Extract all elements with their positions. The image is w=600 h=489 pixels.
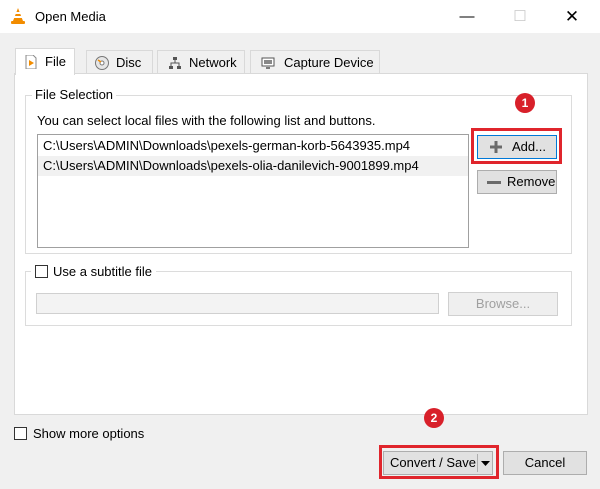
subtitle-path-input[interactable] bbox=[36, 293, 439, 314]
subtitle-checkbox[interactable] bbox=[35, 265, 48, 278]
close-button[interactable]: ✕ bbox=[549, 0, 595, 33]
tab-disc-label: Disc bbox=[116, 55, 142, 70]
window-title: Open Media bbox=[35, 9, 106, 24]
tab-capture-device-label: Capture Device bbox=[284, 55, 374, 70]
remove-button-label: Remove bbox=[507, 174, 556, 189]
show-more-options-checkbox[interactable] bbox=[14, 427, 27, 440]
highlight-add-button bbox=[471, 128, 562, 164]
show-more-options-label: Show more options bbox=[33, 426, 145, 441]
file-play-icon bbox=[25, 55, 37, 69]
file-list-item[interactable]: C:\Users\ADMIN\Downloads\pexels-olia-dan… bbox=[38, 156, 468, 176]
tab-network[interactable]: Network bbox=[157, 50, 245, 74]
tab-file[interactable]: File bbox=[15, 48, 75, 75]
cancel-button[interactable]: Cancel bbox=[503, 451, 587, 475]
file-selection-title: File Selection bbox=[32, 87, 117, 102]
step-badge-2: 2 bbox=[424, 408, 444, 428]
minus-icon bbox=[487, 181, 501, 184]
capture-device-icon bbox=[261, 57, 275, 69]
highlight-convert-button bbox=[379, 445, 499, 479]
subtitle-checkbox-label: Use a subtitle file bbox=[53, 264, 152, 279]
file-list-item[interactable]: C:\Users\ADMIN\Downloads\pexels-german-k… bbox=[38, 136, 468, 156]
minimize-button[interactable]: — bbox=[444, 0, 490, 33]
tab-network-label: Network bbox=[189, 55, 237, 70]
network-icon bbox=[169, 57, 181, 69]
maximize-button[interactable]: ☐ bbox=[497, 0, 543, 33]
tab-capture-device[interactable]: Capture Device bbox=[250, 50, 380, 74]
browse-button[interactable]: Browse... bbox=[448, 292, 558, 316]
disc-icon bbox=[95, 56, 109, 70]
file-list[interactable]: C:\Users\ADMIN\Downloads\pexels-german-k… bbox=[37, 134, 469, 248]
remove-button[interactable]: Remove bbox=[477, 170, 557, 194]
tab-file-label: File bbox=[45, 54, 66, 69]
step-badge-1: 1 bbox=[515, 93, 535, 113]
file-selection-description: You can select local files with the foll… bbox=[37, 113, 376, 128]
tab-disc[interactable]: Disc bbox=[86, 50, 153, 74]
vlc-cone-icon bbox=[11, 8, 25, 24]
title-bar: Open Media — ☐ ✕ bbox=[0, 0, 600, 33]
